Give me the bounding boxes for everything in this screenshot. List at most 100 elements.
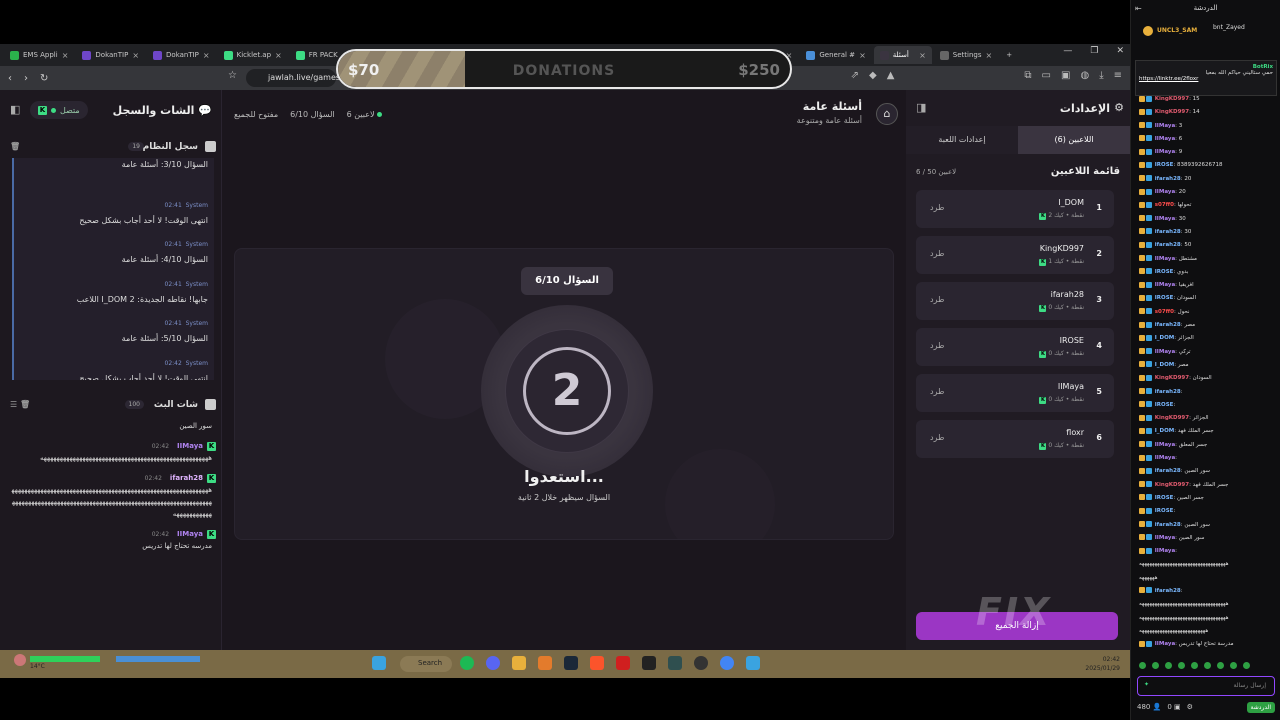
kick-player-button[interactable]: طرد [930, 295, 944, 304]
browser-tab[interactable]: General # × [800, 46, 871, 64]
maximize-icon[interactable]: ❐ [1090, 46, 1098, 56]
tab-close-icon[interactable]: × [859, 51, 866, 60]
close-icon[interactable]: ✕ [1116, 46, 1124, 56]
chat-username[interactable]: IIMaya [1155, 216, 1175, 222]
kick-player-button[interactable]: طرد [930, 387, 944, 396]
emote-icon[interactable] [1152, 662, 1159, 669]
brave-icon[interactable] [590, 656, 604, 670]
tab-close-icon[interactable]: × [919, 51, 926, 60]
back-icon[interactable]: ‹ [8, 73, 12, 84]
tab-game-settings[interactable]: إعدادات اللعبة [906, 126, 1018, 154]
windows-start-icon[interactable] [372, 656, 386, 670]
bookmark-icon[interactable]: ☆ [228, 70, 237, 81]
emote-picker-icon[interactable]: ✦ [1144, 681, 1149, 688]
chat-username[interactable]: IIMaya [1155, 442, 1175, 448]
chat-username[interactable]: I_DOM [1155, 362, 1175, 368]
app-icon[interactable] [538, 656, 552, 670]
chat-username[interactable]: IIMaya [1155, 282, 1175, 288]
chat-username[interactable]: IIMaya [1155, 548, 1175, 554]
steam-icon[interactable] [564, 656, 578, 670]
emote-icon[interactable] [1243, 662, 1250, 669]
chat-username[interactable]: KingKD997 [1155, 109, 1189, 115]
kick-player-button[interactable]: طرد [930, 433, 944, 442]
chat-username[interactable]: ifarah28 [1155, 242, 1181, 248]
share-icon[interactable]: ⇗ [851, 70, 859, 81]
chat-username[interactable]: IIMaya [1155, 136, 1175, 142]
chat-username[interactable]: s07ff0 [1155, 202, 1174, 208]
chat-username[interactable]: ifarah28 [1155, 176, 1181, 182]
emote-icon[interactable] [1165, 662, 1172, 669]
chat-username[interactable]: ifarah28 [1155, 229, 1181, 235]
collapse-panel-icon[interactable]: ◨ [916, 101, 926, 114]
chat-username[interactable]: IIMaya [1155, 349, 1175, 355]
chrome-icon[interactable] [720, 656, 734, 670]
emote-icon[interactable] [1178, 662, 1185, 669]
chat-username[interactable]: I_DOM [1155, 335, 1175, 341]
emote-icon[interactable] [1139, 662, 1146, 669]
new-tab-button[interactable]: + [1000, 46, 1018, 64]
forward-icon[interactable]: › [24, 73, 28, 84]
emote-icon[interactable] [1217, 662, 1224, 669]
chat-username[interactable]: ifarah28 [1155, 468, 1181, 474]
reload-icon[interactable]: ↻ [40, 73, 48, 84]
chat-username[interactable]: IIMaya [1155, 256, 1175, 262]
tab-close-icon[interactable]: × [985, 51, 992, 60]
chat-username[interactable]: s07ff0 [1155, 309, 1174, 315]
chat-send-button[interactable]: الدردشة [1246, 701, 1275, 713]
minimize-icon[interactable]: — [1063, 46, 1072, 56]
browser-tab[interactable]: EMS Appli × [4, 46, 74, 64]
brave-shield-icon[interactable]: ◆ [869, 70, 877, 81]
chat-username[interactable]: KingKD997 [1155, 96, 1189, 102]
chat-username[interactable]: KingKD997 [1155, 375, 1189, 381]
kick-player-button[interactable]: طرد [930, 249, 944, 258]
discord-icon[interactable] [486, 656, 500, 670]
terminal-icon[interactable] [668, 656, 682, 670]
message-user[interactable]: ifarah28 [170, 474, 203, 482]
chat-username[interactable]: ifarah28 [1155, 322, 1181, 328]
message-user[interactable]: IIMaya [177, 530, 203, 538]
emote-icon[interactable] [1230, 662, 1237, 669]
browser-tab[interactable]: أسئلة × [873, 46, 932, 64]
kick-player-button[interactable]: طرد [930, 341, 944, 350]
chat-username[interactable]: ifarah28 [1155, 588, 1181, 594]
chat-username[interactable]: IROSE [1155, 295, 1174, 301]
chat-username[interactable]: IROSE [1155, 402, 1174, 408]
pinned-message-link[interactable]: https://linktr.ee/2floxr [1139, 76, 1273, 82]
collapse-panel-icon[interactable]: ◧ [10, 103, 20, 116]
chat-username[interactable]: KingKD997 [1155, 482, 1189, 488]
chat-username[interactable]: ifarah28 [1155, 522, 1181, 528]
browser-tab[interactable]: Settings × [934, 46, 998, 64]
sidebar-icon[interactable]: ▭ [1042, 70, 1051, 81]
chat-username[interactable]: IIMaya [1155, 123, 1175, 129]
app-icon[interactable] [746, 656, 760, 670]
chat-username[interactable]: IIMaya [1155, 149, 1175, 155]
chat-username[interactable]: IIMaya [1155, 535, 1175, 541]
obs-icon[interactable] [694, 656, 708, 670]
folder-icon[interactable] [512, 656, 526, 670]
taskbar-search[interactable]: Search [400, 656, 452, 672]
chat-username[interactable]: IROSE [1155, 162, 1174, 168]
browser-tab[interactable]: DokanTIP × [147, 46, 216, 64]
chat-username[interactable]: IIMaya [1155, 455, 1175, 461]
chat-username[interactable]: IIMaya [1155, 189, 1175, 195]
chat-username[interactable]: IROSE [1155, 269, 1174, 275]
netflix-icon[interactable] [616, 656, 630, 670]
browser-tab[interactable]: DokanTIP × [76, 46, 145, 64]
tab-close-icon[interactable]: × [132, 51, 139, 60]
tab-close-icon[interactable]: × [203, 51, 210, 60]
chat-username[interactable]: ifarah28 [1155, 389, 1181, 395]
chat-username[interactable]: I_DOM [1155, 428, 1175, 434]
emote-icon[interactable] [1191, 662, 1198, 669]
rewards-icon[interactable]: ▲ [887, 70, 895, 81]
vpn-icon[interactable]: ◍ [1080, 70, 1089, 81]
chat-username[interactable]: IROSE [1155, 508, 1174, 514]
home-button[interactable]: ⌂ [876, 103, 898, 125]
menu-icon[interactable]: ≡ [1114, 70, 1122, 81]
settings-icon[interactable]: ⚙ [1187, 703, 1193, 711]
chat-username[interactable]: KingKD997 [1155, 415, 1189, 421]
spotify-icon[interactable] [460, 656, 474, 670]
chat-tools-icons[interactable]: ☰ 🗑 [10, 400, 30, 409]
chat-input[interactable]: ✦ إرسال رسالة [1137, 676, 1275, 696]
app-icon[interactable] [642, 656, 656, 670]
chat-username[interactable]: IROSE [1155, 495, 1174, 501]
